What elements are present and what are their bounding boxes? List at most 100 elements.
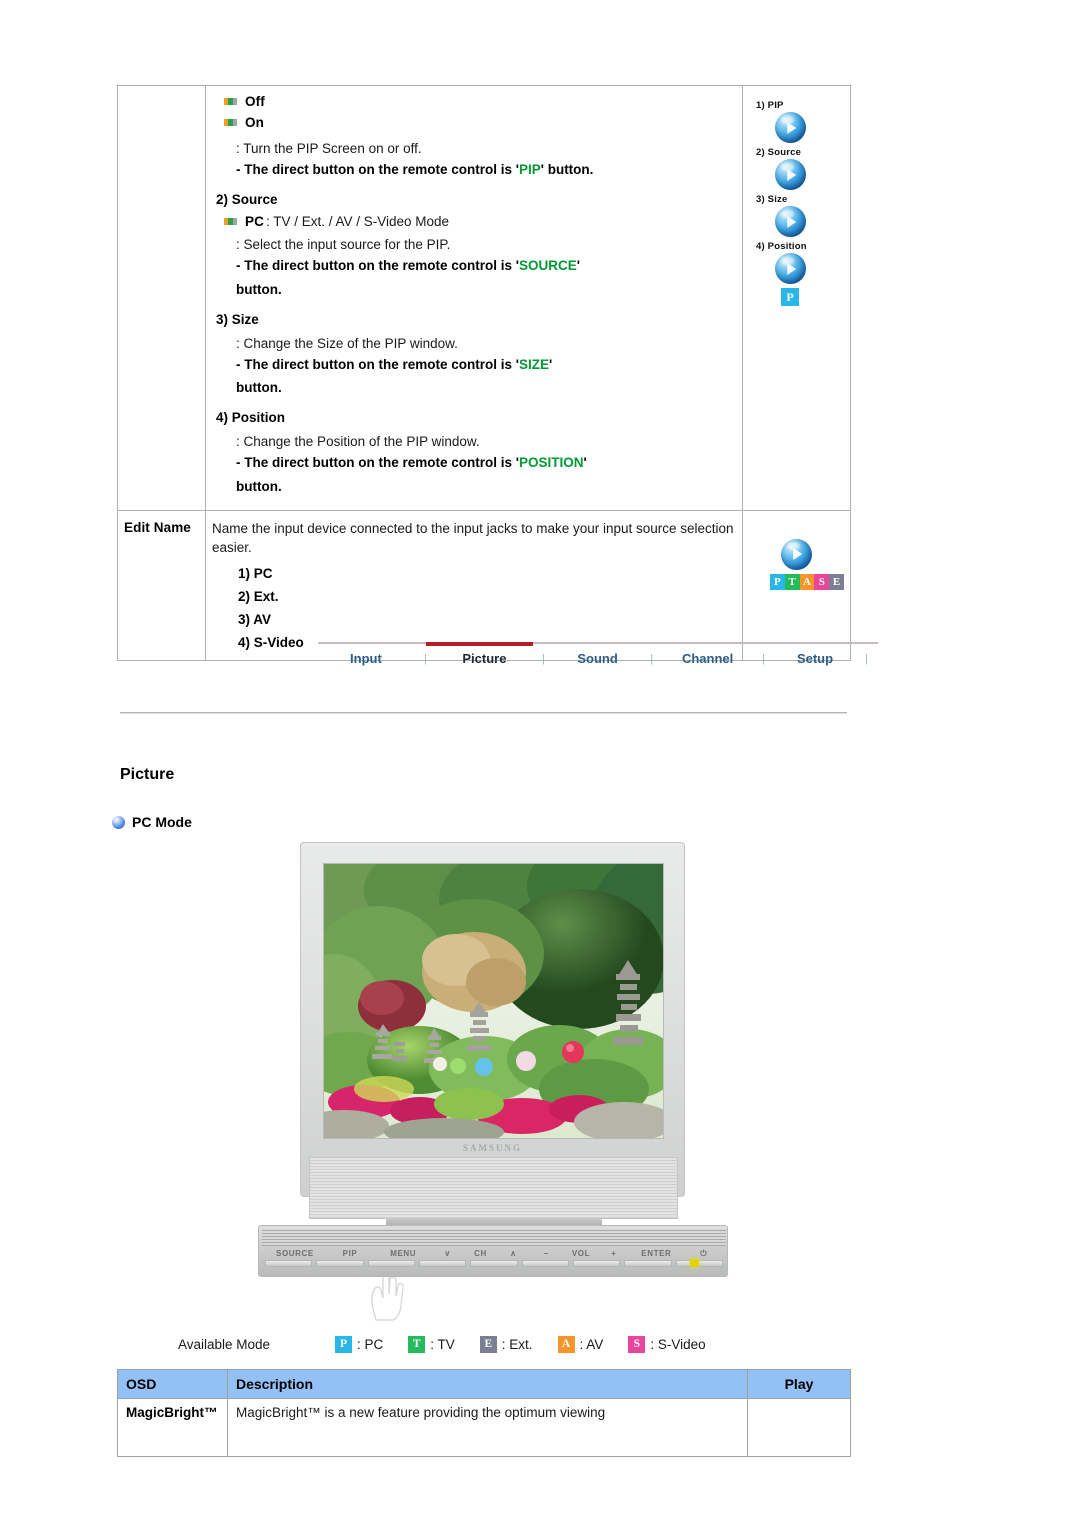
- control-label-vol-down[interactable]: −: [530, 1249, 563, 1258]
- tab-setup[interactable]: Setup: [775, 651, 855, 666]
- garden-photo: [324, 864, 663, 1138]
- hand-pointer-illustration: [371, 1272, 404, 1321]
- key-power[interactable]: [675, 1260, 723, 1267]
- key-ch-up[interactable]: [470, 1260, 518, 1267]
- note-prefix: - The direct button on the remote contro…: [236, 258, 519, 274]
- mode-badge-s-icon: S: [814, 573, 830, 590]
- column-header-play: Play: [747, 1369, 851, 1399]
- mode-text-av: : AV: [579, 1337, 604, 1352]
- tabbar-topline: [318, 642, 878, 644]
- note-key: SIZE: [518, 356, 549, 372]
- play-button-icon[interactable]: [775, 253, 806, 284]
- control-label-enter[interactable]: ENTER: [628, 1249, 684, 1258]
- tab-sound[interactable]: Sound: [555, 651, 640, 666]
- available-mode-svideo: S : S-Video: [628, 1336, 706, 1353]
- note-key: POSITION: [518, 455, 584, 471]
- play-button-icon[interactable]: [781, 538, 812, 570]
- size-remote-note: - The direct button on the remote contro…: [212, 355, 736, 374]
- option-on: On: [212, 115, 736, 130]
- play-button-icon[interactable]: [775, 206, 806, 237]
- play-button-icon[interactable]: [775, 112, 806, 143]
- available-mode-pc: P : PC: [335, 1336, 383, 1353]
- source-option-rest: : TV / Ext. / AV / S-Video Mode: [265, 214, 450, 230]
- tab-separator: |: [541, 652, 545, 665]
- size-desc: : Change the Size of the PIP window.: [236, 335, 458, 351]
- tab-picture[interactable]: Picture: [437, 651, 532, 666]
- monitor-screen: [323, 863, 664, 1139]
- edit-name-item-av: 3) AV: [238, 611, 272, 627]
- page-root: { "spec_table": { "pip_row": { "label": …: [0, 0, 1080, 1528]
- note-suffix: ': [548, 356, 553, 372]
- control-keys-row[interactable]: [265, 1260, 723, 1267]
- mode-text-svideo: : S-Video: [650, 1337, 706, 1352]
- size-heading: 3) Size: [216, 311, 259, 327]
- tab-separator: |: [865, 652, 868, 665]
- key-pip[interactable]: [316, 1260, 364, 1267]
- key-enter[interactable]: [624, 1260, 672, 1267]
- position-remote-note-cont: button.: [236, 478, 282, 494]
- key-vol-down[interactable]: [521, 1260, 569, 1267]
- tabbar-active-indicator: [426, 642, 533, 646]
- mode-text-tv: : TV: [430, 1337, 455, 1352]
- column-header-osd: OSD: [117, 1369, 228, 1399]
- source-option-name: PC: [245, 214, 264, 230]
- mode-badges-group: P T A S E: [770, 573, 844, 590]
- note-key: PIP: [518, 162, 541, 178]
- pip-spec-table: Off On : Turn the PIP Screen on or off. …: [117, 85, 851, 661]
- brand-logo: SAMSUNG: [462, 1143, 523, 1153]
- tab-separator: |: [650, 652, 654, 665]
- mode-badge-t-icon: T: [784, 573, 800, 590]
- osd-description-table: OSD Description Play MagicBright™ MagicB…: [117, 1369, 851, 1457]
- pip-description-cell: Off On : Turn the PIP Screen on or off. …: [205, 85, 743, 511]
- option-off: Off: [212, 94, 736, 109]
- tab-input[interactable]: Input: [318, 651, 414, 666]
- edit-name-label: Edit Name: [124, 519, 191, 535]
- base-speaker-grille: [262, 1229, 726, 1246]
- option-label: On: [245, 115, 264, 130]
- source-option-pc: PC : TV / Ext. / AV / S-Video Mode: [212, 214, 736, 229]
- source-remote-note-cont: button.: [236, 281, 282, 297]
- mode-badge-t-icon: T: [408, 1336, 426, 1353]
- cell-osd-play[interactable]: [747, 1398, 851, 1457]
- available-mode-ext: E : Ext.: [479, 1336, 533, 1353]
- source-heading: 2) Source: [216, 192, 278, 208]
- control-label-pip[interactable]: PIP: [325, 1249, 375, 1258]
- tab-channel[interactable]: Channel: [663, 651, 752, 666]
- edit-name-item-ext: 2) Ext.: [238, 588, 279, 604]
- page-title: Picture: [120, 766, 175, 783]
- key-vol-up[interactable]: [572, 1260, 621, 1267]
- control-label-vol-up[interactable]: +: [599, 1249, 628, 1258]
- control-label-ch-up[interactable]: ∧: [497, 1249, 530, 1258]
- source-remote-note: - The direct button on the remote contro…: [212, 256, 736, 275]
- control-label-source[interactable]: SOURCE: [265, 1249, 325, 1258]
- key-source[interactable]: [265, 1260, 313, 1267]
- pip-desc: : Turn the PIP Screen on or off.: [236, 141, 422, 156]
- edit-name-item-pc: 1) PC: [238, 565, 273, 581]
- table-row: MagicBright™ MagicBright™ is a new featu…: [117, 1398, 851, 1457]
- row-label-cell-empty: [117, 85, 206, 511]
- table-row-pip: Off On : Turn the PIP Screen on or off. …: [117, 85, 851, 511]
- mode-badge-a-icon: A: [799, 573, 815, 590]
- mode-text-ext: : Ext.: [501, 1337, 533, 1352]
- control-label-ch: CH: [474, 1249, 487, 1258]
- play-button-icon[interactable]: [775, 159, 806, 190]
- icon-caption-pip: 1) PIP: [756, 100, 784, 111]
- source-desc: : Select the input source for the PIP.: [236, 237, 451, 253]
- key-ch-down[interactable]: [418, 1260, 467, 1267]
- osd-menu-tabbar: Input | Picture | Sound | Channel | Setu…: [318, 642, 878, 678]
- note-suffix: ': [576, 258, 580, 274]
- note-suffix: ': [583, 455, 587, 471]
- power-icon[interactable]: ⏻: [684, 1249, 723, 1259]
- control-label-menu[interactable]: MENU: [375, 1249, 431, 1258]
- mode-badge-p-icon: P: [770, 573, 785, 590]
- control-labels-row: SOURCE PIP MENU ∨ CH ∧ − VOL + ENTER ⏻: [265, 1247, 723, 1260]
- pc-mode-label: PC Mode: [132, 814, 192, 830]
- position-remote-note: - The direct button on the remote contro…: [212, 453, 736, 472]
- position-heading: 4) Position: [216, 410, 286, 426]
- cell-osd-name: MagicBright™: [117, 1398, 228, 1457]
- control-label-ch-down[interactable]: ∨: [431, 1249, 464, 1258]
- note-prefix: - The direct button on the remote contro…: [236, 356, 519, 372]
- pip-icons-cell: 1) PIP 2) Source 3) Size 4) Position P: [742, 85, 851, 511]
- monitor-product-image: SAMSUNG SOURCE PIP MENU ∨ CH ∧ − VOL + E…: [258, 842, 728, 1322]
- available-mode-av: A : AV: [557, 1336, 604, 1353]
